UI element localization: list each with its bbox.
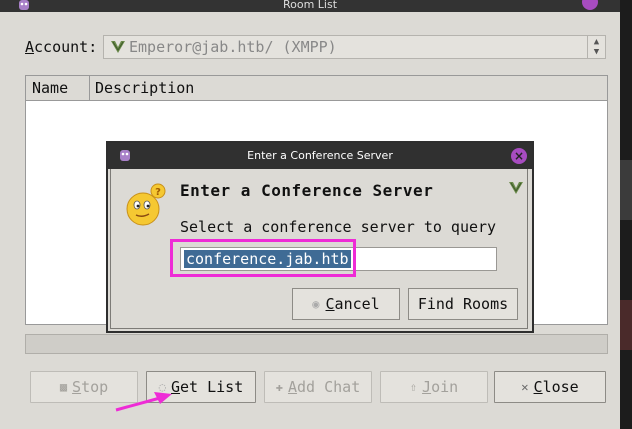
- dialog-close-icon[interactable]: ×: [511, 148, 527, 164]
- window-titlebar: Room List: [0, 0, 620, 12]
- background-desktop: [620, 0, 632, 429]
- get-list-button[interactable]: ◌ Get List: [146, 371, 256, 403]
- cancel-icon: ◉: [312, 297, 320, 311]
- progress-bar: [25, 334, 608, 354]
- account-value: Emperor@jab.htb/ (XMPP): [129, 38, 337, 56]
- column-description[interactable]: Description: [90, 76, 194, 100]
- select-arrows-icon[interactable]: ▲ ▼: [587, 36, 605, 58]
- find-rooms-label: Find Rooms: [417, 295, 509, 313]
- dialog-titlebar: Enter a Conference Server ×: [108, 143, 532, 169]
- xmpp-icon: [509, 182, 523, 194]
- account-label: Account:: [25, 38, 98, 56]
- join-icon: ⇧: [409, 380, 418, 394]
- add-chat-button[interactable]: ✚ Add Chat: [264, 371, 372, 403]
- room-list-header: Name Description: [26, 76, 607, 101]
- stop-button[interactable]: ▩ Stop: [30, 371, 138, 403]
- dialog-heading: Enter a Conference Server: [180, 181, 434, 200]
- question-smiley-icon: ?: [126, 183, 166, 226]
- svg-text:?: ?: [155, 187, 161, 198]
- dialog-subtext: Select a conference server to query: [180, 218, 497, 236]
- dialog-title: Enter a Conference Server: [247, 149, 393, 162]
- join-button[interactable]: ⇧ Join: [380, 371, 488, 403]
- close-button[interactable]: ✕ Close: [494, 371, 606, 403]
- cancel-button[interactable]: ◉ Cancel: [292, 288, 400, 320]
- conference-server-dialog: Enter a Conference Server × ? Enter a Co…: [106, 141, 534, 333]
- account-select[interactable]: Emperor@jab.htb/ (XMPP) ▲ ▼: [103, 35, 606, 59]
- close-icon: ✕: [521, 380, 529, 394]
- find-rooms-button[interactable]: Find Rooms: [408, 288, 518, 320]
- column-name[interactable]: Name: [26, 76, 90, 100]
- add-icon: ✚: [275, 380, 283, 394]
- pidgin-app-icon: [120, 150, 130, 161]
- annotation-highlight-box: [170, 239, 356, 277]
- refresh-icon: ◌: [158, 380, 166, 394]
- xmpp-icon: [111, 41, 125, 53]
- window-title: Room List: [282, 0, 338, 11]
- stop-icon: ▩: [59, 380, 68, 394]
